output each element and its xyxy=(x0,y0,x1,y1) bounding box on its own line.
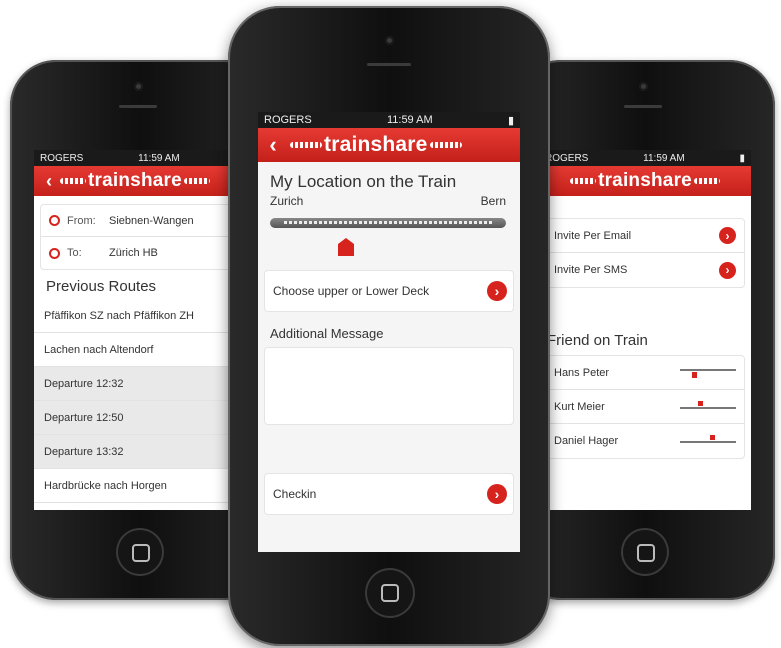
train-icon xyxy=(270,218,506,228)
from-value: Siebnen-Wangen xyxy=(109,214,194,227)
to-value: Zürich HB xyxy=(109,247,158,259)
invite-email-row[interactable]: Invite Per Email › xyxy=(546,219,744,253)
center-phone: ROGERS 11:59 AM ▮ ‹ trainshare My Locati… xyxy=(228,6,550,646)
list-item[interactable]: Hardbrücke nach Horgen xyxy=(34,469,246,503)
right-phone: ROGERS 11:59 AM ▮ trainshare Invite Per … xyxy=(515,60,775,600)
list-item[interactable]: Departure 12:50 xyxy=(34,401,246,435)
center-screen: ROGERS 11:59 AM ▮ ‹ trainshare My Locati… xyxy=(258,112,520,552)
app-logo: trainshare xyxy=(60,170,210,192)
carrier-label: ROGERS xyxy=(545,152,589,164)
camera-icon xyxy=(134,82,143,91)
right-screen: ROGERS 11:59 AM ▮ trainshare Invite Per … xyxy=(539,150,751,510)
from-field[interactable]: From: Siebnen-Wangen xyxy=(41,205,239,237)
status-bar: ROGERS 11:59 AM ▮ xyxy=(34,150,246,166)
carrier-label: ROGERS xyxy=(264,114,312,126)
app-logo: trainshare xyxy=(290,133,462,157)
clock-label: 11:59 AM xyxy=(138,152,180,164)
speaker-grille xyxy=(366,62,412,67)
from-label: From: xyxy=(67,214,96,227)
to-label: To: xyxy=(67,247,82,259)
invite-card: Invite Per Email › Invite Per SMS › xyxy=(545,218,745,288)
back-icon[interactable]: ‹ xyxy=(38,171,60,192)
list-item[interactable]: Lachen nach Altendorf xyxy=(34,333,246,367)
train-position-indicator xyxy=(680,435,736,447)
location-marker-icon[interactable] xyxy=(338,238,354,256)
message-field[interactable] xyxy=(264,347,514,425)
page-title: My Location on the Train xyxy=(270,172,457,191)
chevron-right-icon[interactable]: › xyxy=(487,484,507,504)
list-item[interactable]: Kurt Meier xyxy=(546,390,744,424)
nav-bar: ‹ trainshare xyxy=(34,166,246,196)
home-button[interactable] xyxy=(365,568,415,618)
to-icon xyxy=(49,247,60,259)
camera-icon xyxy=(385,36,394,45)
list-item[interactable]: Hans Peter xyxy=(546,356,744,390)
message-label: Additional Message xyxy=(270,326,384,341)
nav-bar: trainshare xyxy=(539,166,751,196)
chevron-right-icon[interactable]: › xyxy=(719,261,736,279)
camera-icon xyxy=(639,82,648,91)
checkin-label: Checkin xyxy=(273,487,317,501)
train-position-indicator xyxy=(680,367,736,379)
deck-label: Choose upper or Lower Deck xyxy=(273,284,430,298)
carrier-label: ROGERS xyxy=(40,152,84,164)
deck-selector[interactable]: Choose upper or Lower Deck › xyxy=(264,270,514,312)
list-item[interactable]: Departure 13:32 xyxy=(34,435,246,469)
invite-sms-row[interactable]: Invite Per SMS › xyxy=(546,253,744,287)
origin-label: Zurich xyxy=(270,194,304,208)
chevron-right-icon[interactable]: › xyxy=(719,227,736,244)
speaker-grille xyxy=(118,104,158,109)
back-icon[interactable]: ‹ xyxy=(262,132,284,158)
friends-card: Hans Peter Kurt Meier Daniel Hager xyxy=(545,355,745,459)
destination-label: Bern xyxy=(480,194,506,208)
from-icon xyxy=(49,215,60,226)
battery-icon: ▮ xyxy=(739,152,745,164)
list-item[interactable]: Departure 12:32 xyxy=(34,367,246,401)
battery-icon: ▮ xyxy=(507,114,514,127)
speaker-grille xyxy=(623,104,663,109)
train-diagram[interactable] xyxy=(270,218,506,262)
invite-sms-label: Invite Per SMS xyxy=(554,264,628,276)
chevron-right-icon[interactable]: › xyxy=(487,281,507,301)
invite-email-label: Invite Per Email xyxy=(554,229,632,242)
status-bar: ROGERS 11:59 AM ▮ xyxy=(258,112,520,128)
clock-label: 11:59 AM xyxy=(643,152,685,164)
clock-label: 11:59 AM xyxy=(386,114,433,126)
home-button[interactable] xyxy=(621,528,669,576)
left-screen: ROGERS 11:59 AM ▮ ‹ trainshare From: Sie… xyxy=(34,150,246,510)
list-item[interactable]: Daniel Hager xyxy=(546,424,744,458)
home-button[interactable] xyxy=(116,528,164,576)
route-list: Pfäffikon SZ nach Pfäffikon ZH Lachen na… xyxy=(34,299,246,503)
status-bar: ROGERS 11:59 AM ▮ xyxy=(539,150,751,166)
nav-bar: ‹ trainshare xyxy=(258,128,520,162)
train-position-indicator xyxy=(680,400,736,413)
friends-title: Friend on Train xyxy=(547,332,648,349)
route-card: From: Siebnen-Wangen To: Zürich HB xyxy=(40,204,240,270)
section-title: Previous Routes xyxy=(46,278,157,295)
app-logo: trainshare xyxy=(570,170,720,192)
list-item[interactable]: Pfäffikon SZ nach Pfäffikon ZH xyxy=(34,299,246,333)
to-field[interactable]: To: Zürich HB xyxy=(41,237,239,269)
checkin-button[interactable]: Checkin › xyxy=(264,473,514,515)
